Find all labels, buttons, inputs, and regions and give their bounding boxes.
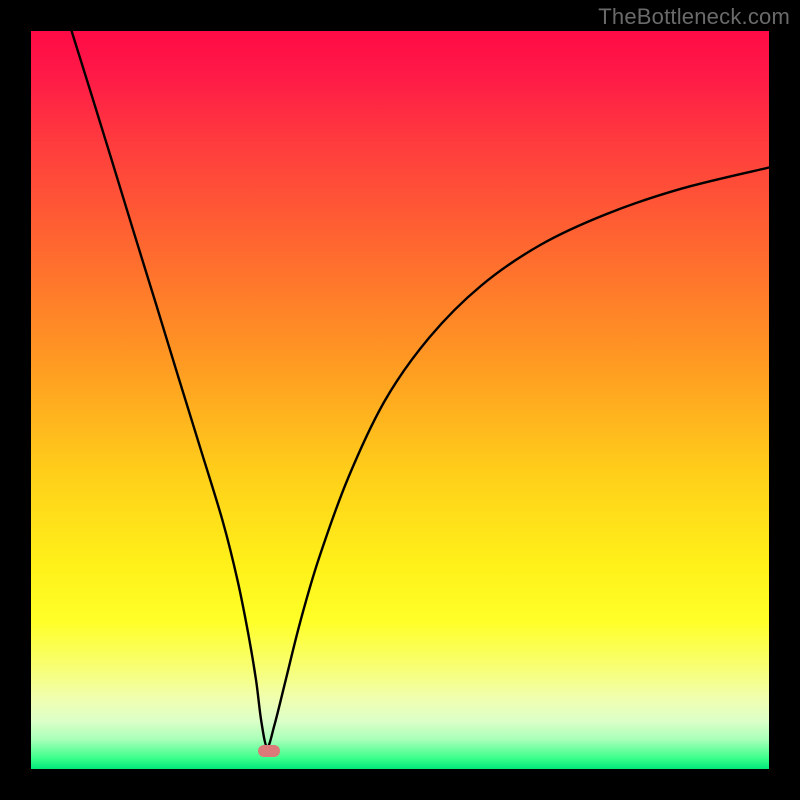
watermark-text: TheBottleneck.com — [598, 4, 790, 30]
bottleneck-curve — [31, 31, 769, 769]
minimum-marker — [258, 745, 280, 757]
plot-area — [31, 31, 769, 769]
chart-root: TheBottleneck.com — [0, 0, 800, 800]
